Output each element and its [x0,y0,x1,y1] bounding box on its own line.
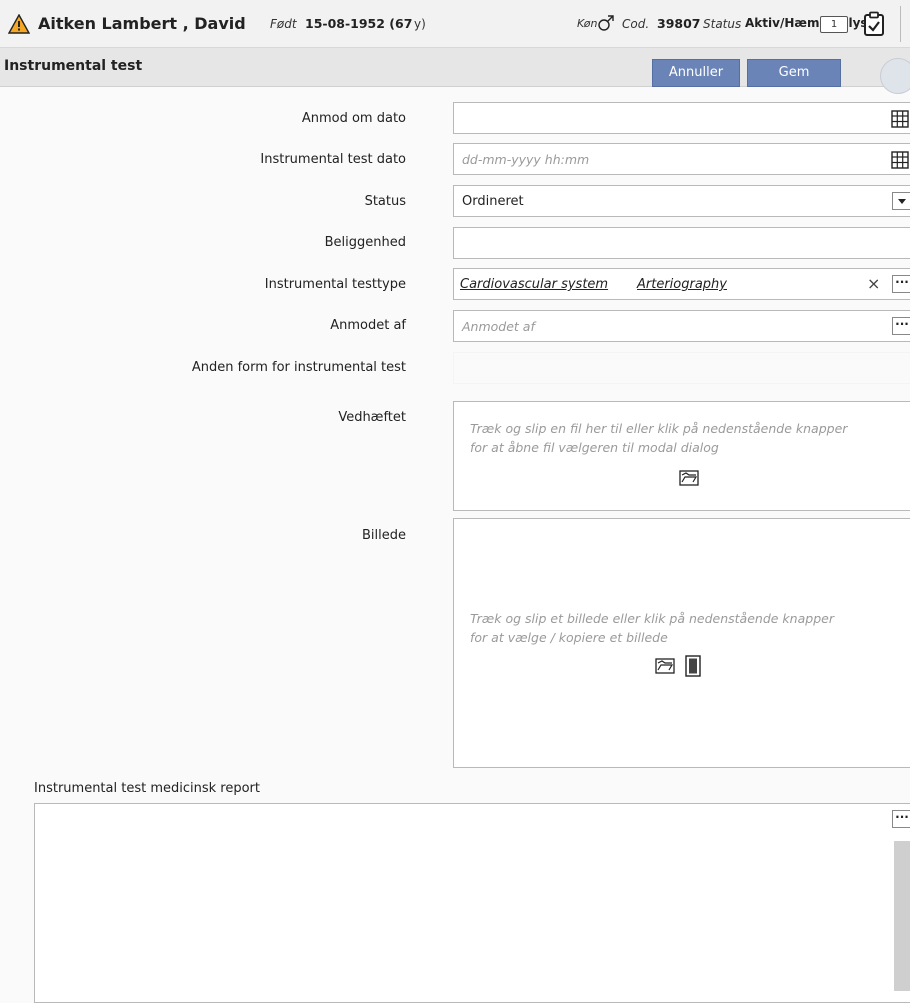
attachment-hint-line2: for at åbne fil vælgeren til modal dialo… [470,440,719,455]
calendar-icon[interactable] [891,110,909,128]
image-hint-line1: Træk og slip et billede eller klik på ne… [470,611,834,626]
image-label: Billede [361,528,406,543]
test-date-placeholder: dd-mm-yyyy hh:mm [462,152,590,167]
test-type-link[interactable]: Arteriography [637,277,727,292]
save-button[interactable]: Gem [747,59,841,87]
location-input[interactable] [453,227,910,259]
test-date-input[interactable]: dd-mm-yyyy hh:mm [453,143,910,175]
status-field-label: Status [364,194,406,209]
status-selected-value: Ordineret [462,194,524,209]
status-label: Status [703,17,742,31]
calendar-icon[interactable] [891,151,909,169]
test-date-label: Instrumental test dato [260,152,406,167]
code-label: Cod. [622,17,650,31]
warning-triangle-icon [8,14,30,34]
report-textarea[interactable]: ··· [34,803,910,1003]
header-divider [900,6,901,42]
scrollbar[interactable] [894,841,910,991]
male-icon [598,15,614,31]
page-title: Instrumental test [4,58,143,74]
age-suffix: y) [414,17,426,31]
open-folder-icon[interactable] [654,657,676,675]
patient-header: Aitken Lambert , David Født 15-08-1952 (… [0,0,910,48]
request-date-input[interactable] [453,102,910,134]
status-value: Aktiv/Hæmodialyse [745,16,876,30]
attachment-label: Vedhæftet [338,410,406,425]
born-value: 15-08-1952 (67 [305,16,413,31]
chevron-down-icon [898,199,906,204]
test-type-input[interactable]: Cardiovascular system Arteriography × ··… [453,268,910,300]
attachment-hint-line1: Træk og slip en fil her til eller klik p… [470,421,848,436]
dropdown-button[interactable] [892,192,910,210]
location-label: Beliggenhed [324,235,406,250]
tablet-icon[interactable] [683,655,703,677]
clipboard-check-icon[interactable] [862,11,886,37]
sex-label: Køn [577,17,598,30]
test-type-label: Instrumental testtype [264,277,406,292]
born-label: Født [270,17,297,31]
report-label: Instrumental test medicinsk report [34,781,260,796]
request-date-label: Anmod om dato [301,111,406,126]
open-folder-icon[interactable] [678,469,700,487]
attachment-hint: Træk og slip en fil her til eller klik p… [470,419,910,457]
cancel-button[interactable]: Annuller [652,59,740,87]
status-select[interactable]: Ordineret [453,185,910,217]
more-options-button[interactable]: ··· [892,275,910,293]
attachment-dropzone[interactable]: Træk og slip en fil her til eller klik p… [453,401,910,511]
image-hint: Træk og slip et billede eller klik på ne… [470,609,910,647]
requested-by-label: Anmodet af [330,318,406,333]
card-badge[interactable]: 1 [820,16,848,33]
test-type-category-link[interactable]: Cardiovascular system [460,277,608,292]
other-form-field[interactable] [453,352,910,384]
requested-by-input[interactable]: Anmodet af ··· [453,310,910,342]
clear-icon[interactable]: × [867,274,880,293]
more-options-button[interactable]: ··· [892,317,910,335]
image-hint-line2: for at vælge / kopiere et billede [470,630,668,645]
image-dropzone[interactable]: Træk og slip et billede eller klik på ne… [453,518,910,768]
other-form-label: Anden form for instrumental test [191,360,406,375]
toolbar: Instrumental test Annuller Gem [0,48,910,94]
patient-name: Aitken Lambert , David [38,14,246,33]
back-button[interactable] [880,58,910,94]
code-value: 39807 [657,16,701,31]
more-options-button[interactable]: ··· [892,810,910,828]
requested-by-placeholder: Anmodet af [462,319,535,334]
